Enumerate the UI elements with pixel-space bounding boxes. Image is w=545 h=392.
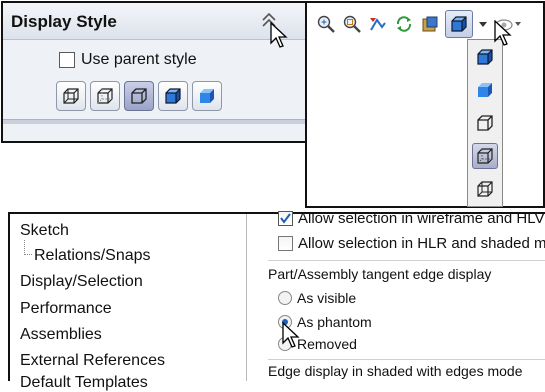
view-orientation-button[interactable] [419, 13, 441, 35]
tree-item-performance[interactable]: Performance [20, 300, 112, 318]
tangent-edge-group-label: Part/Assembly tangent edge display [268, 266, 492, 282]
zoom-to-fit-icon [317, 15, 335, 33]
shaded-icon [478, 83, 492, 97]
view-toolbar [315, 10, 523, 38]
dropdown-arrow-icon[interactable] [477, 13, 489, 35]
radio-label-removed: Removed [297, 336, 357, 352]
edge-display-group-label: Edge display in shaded with edges mode [268, 363, 523, 379]
allow-selection-wireframe-checkbox[interactable] [278, 210, 293, 226]
use-parent-style-label: Use parent style [81, 51, 197, 68]
options-content: Allow selection in wireframe and HLV All… [250, 210, 545, 381]
mouse-pointer-icon [494, 20, 512, 46]
hidden-lines-removed-icon [131, 88, 147, 104]
wireframe-button[interactable] [56, 81, 86, 111]
group-divider [268, 260, 545, 261]
dropdown-item-wireframe[interactable] [472, 176, 498, 202]
hidden-lines-visible-button[interactable] [90, 81, 120, 111]
dropdown-item-hidden-lines-visible[interactable] [472, 143, 498, 169]
zoom-to-fit-button[interactable] [315, 13, 337, 35]
radio-label-as-phantom: As phantom [297, 314, 372, 330]
tree-item-relations-snaps[interactable]: Relations/Snaps [34, 247, 151, 265]
options-panel: Sketch Relations/Snaps Display/Selection… [8, 210, 545, 391]
hidden-lines-visible-icon [477, 148, 493, 164]
wireframe-icon [477, 181, 493, 197]
allow-selection-hlr-label: Allow selection in HLR and shaded mo [298, 234, 545, 252]
group-divider [268, 359, 545, 360]
dropdown-item-shaded[interactable] [472, 77, 498, 103]
use-parent-style-checkbox[interactable] [59, 52, 75, 68]
allow-selection-hlr-checkbox[interactable] [278, 235, 293, 251]
shaded-with-edges-button[interactable] [158, 81, 188, 111]
tree-item-default-templates[interactable]: Default Templates [20, 374, 148, 392]
previous-view-button[interactable] [367, 13, 389, 35]
allow-selection-wireframe-row[interactable]: Allow selection in wireframe and HLV [278, 208, 545, 228]
tree-connector [24, 240, 32, 255]
view-orientation-icon [422, 16, 438, 32]
dropdown-item-hidden-lines-removed[interactable] [472, 110, 498, 136]
hidden-lines-removed-icon [477, 115, 493, 131]
zoom-to-area-button[interactable] [341, 13, 363, 35]
shaded-icon [200, 89, 214, 103]
panel-title: Display Style [11, 12, 117, 31]
section-view-icon [396, 16, 412, 32]
use-parent-style-row[interactable]: Use parent style [59, 49, 197, 71]
shaded-with-edges-icon [165, 88, 181, 104]
section-view-button[interactable] [393, 13, 415, 35]
tree-item-external-references[interactable]: External References [20, 352, 165, 370]
previous-view-icon [370, 18, 386, 31]
mouse-pointer-icon [282, 322, 300, 348]
allow-selection-hlr-row[interactable]: Allow selection in HLR and shaded mo [278, 233, 545, 253]
wireframe-icon [63, 88, 79, 104]
radio-as-visible[interactable]: As visible [278, 289, 356, 307]
options-tree: Sketch Relations/Snaps Display/Selection… [10, 214, 247, 391]
shaded-with-edges-icon [477, 49, 493, 65]
radio-label-as-visible: As visible [297, 290, 357, 306]
radio-button[interactable] [278, 291, 292, 305]
tree-item-display-selection[interactable]: Display/Selection [20, 273, 143, 291]
tree-item-assemblies[interactable]: Assemblies [20, 326, 102, 344]
hidden-lines-removed-button[interactable] [124, 81, 154, 111]
mouse-pointer-icon [270, 22, 288, 48]
display-style-buttons [56, 81, 222, 111]
shaded-button[interactable] [192, 81, 222, 111]
zoom-to-area-icon [343, 15, 361, 33]
hidden-lines-visible-icon [97, 88, 113, 104]
tree-item-sketch[interactable]: Sketch [20, 222, 69, 240]
display-style-dropdown-button[interactable] [445, 10, 473, 38]
display-style-dropdown-menu [467, 39, 503, 207]
display-style-icon [451, 16, 467, 32]
allow-selection-wireframe-label: Allow selection in wireframe and HLV [298, 209, 545, 227]
